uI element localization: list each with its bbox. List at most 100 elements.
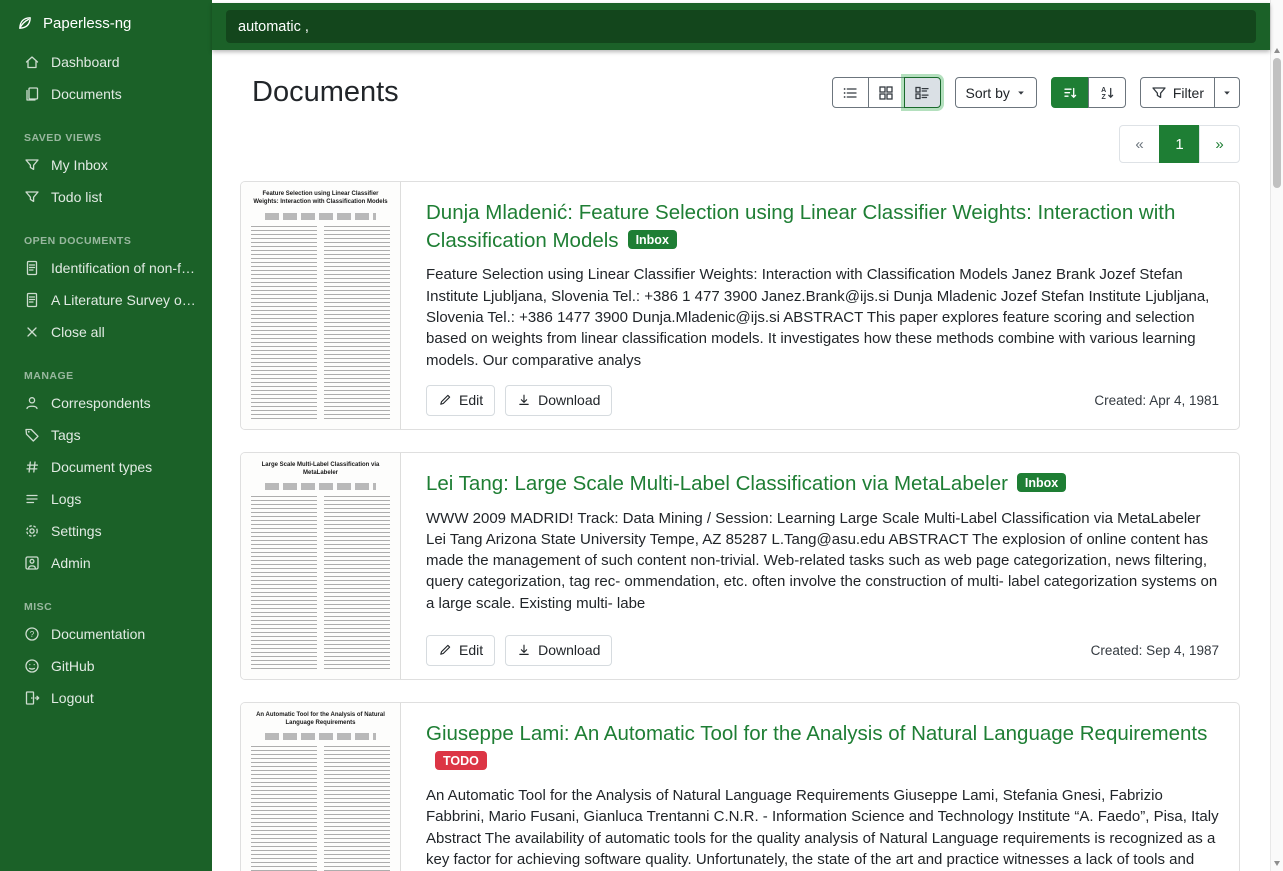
pagination: « 1 »	[240, 125, 1240, 163]
document-card: Feature Selection using Linear Classifie…	[240, 181, 1240, 430]
close-icon	[24, 324, 40, 340]
view-toggle-group	[832, 77, 941, 108]
document-thumbnail[interactable]: An Automatic Tool for the Analysis of Na…	[241, 703, 401, 871]
document-card-actions: Edit Download Created: Sep 4, 1987	[426, 635, 1219, 666]
tag-badge-inbox[interactable]: Inbox	[628, 230, 677, 250]
paperless-logo-icon	[16, 14, 34, 32]
file-text-icon	[24, 292, 40, 308]
sort-alpha-down-icon: AZ	[1099, 85, 1115, 101]
sidebar-item-logout[interactable]: Logout	[0, 682, 212, 714]
sidebar-item-my-inbox[interactable]: My Inbox	[0, 149, 212, 181]
document-excerpt: Feature Selection using Linear Classifie…	[426, 264, 1219, 370]
sidebar-item-admin[interactable]: Admin	[0, 547, 212, 579]
question-circle-icon: ?	[24, 626, 40, 642]
gear-icon	[24, 523, 40, 539]
top-navbar	[212, 3, 1270, 50]
pagination-prev-button[interactable]: «	[1119, 125, 1160, 163]
document-excerpt: WWW 2009 MADRID! Track: Data Mining / Se…	[426, 508, 1219, 614]
files-icon	[24, 86, 40, 102]
thumbnail-text-columns	[251, 226, 390, 420]
sidebar-item-open-document-1[interactable]: Identification of non-fu...	[0, 252, 212, 284]
tag-badge-todo[interactable]: TODO	[435, 751, 487, 771]
sort-alphabetical-button[interactable]: AZ	[1088, 77, 1126, 108]
page-header: Documents Sort by	[252, 76, 1240, 109]
tag-icon	[24, 427, 40, 443]
sidebar-item-open-document-2[interactable]: A Literature Survey on ...	[0, 284, 212, 316]
pagination-next-button[interactable]: »	[1199, 125, 1240, 163]
sidebar-item-tags[interactable]: Tags	[0, 419, 212, 451]
scrollbar[interactable]	[1270, 0, 1283, 871]
page-title: Documents	[252, 76, 399, 109]
view-list-button[interactable]	[832, 77, 869, 108]
filter-dropdown-toggle[interactable]	[1214, 77, 1240, 108]
pagination-page-1-button[interactable]: 1	[1159, 125, 1200, 163]
view-grid-button[interactable]	[868, 77, 905, 108]
open-documents-section-title: OPEN DOCUMENTS	[0, 235, 212, 247]
sidebar-item-dashboard[interactable]: Dashboard	[0, 46, 212, 78]
view-details-button[interactable]	[904, 77, 941, 108]
hash-icon	[24, 459, 40, 475]
download-button[interactable]: Download	[505, 635, 612, 666]
funnel-icon	[1151, 85, 1167, 101]
person-badge-icon	[24, 555, 40, 571]
edit-button[interactable]: Edit	[426, 635, 495, 666]
sidebar-item-documents[interactable]: Documents	[0, 78, 212, 110]
sidebar-item-documentation[interactable]: ? Documentation	[0, 618, 212, 650]
chevron-down-icon	[1222, 88, 1232, 98]
document-title-link[interactable]: Giuseppe Lami: An Automatic Tool for the…	[426, 720, 1219, 775]
person-icon	[24, 395, 40, 411]
pencil-icon	[438, 393, 452, 407]
document-card-body: Giuseppe Lami: An Automatic Tool for the…	[401, 703, 1239, 871]
document-card-body: Lei Tang: Large Scale Multi-Label Classi…	[401, 453, 1239, 679]
global-search-input[interactable]	[226, 10, 1256, 43]
tag-badge-inbox[interactable]: Inbox	[1017, 473, 1066, 493]
document-thumbnail[interactable]: Feature Selection using Linear Classifie…	[241, 182, 401, 429]
funnel-icon	[24, 189, 40, 205]
filter-button[interactable]: Filter	[1140, 77, 1215, 108]
grid-icon	[878, 85, 894, 101]
brand-label: Paperless-ng	[43, 15, 131, 32]
document-thumbnail[interactable]: Large Scale Multi-Label Classification v…	[241, 453, 401, 679]
sidebar-item-github[interactable]: GitHub	[0, 650, 212, 682]
scrollbar-up-arrow[interactable]	[1274, 48, 1280, 53]
download-button[interactable]: Download	[505, 385, 612, 416]
svg-text:?: ?	[30, 630, 35, 639]
github-icon	[24, 658, 40, 674]
sidebar-item-todo-list[interactable]: Todo list	[0, 181, 212, 213]
documents-page: Documents Sort by	[212, 50, 1270, 871]
document-title-link[interactable]: Dunja Mladenić: Feature Selection using …	[426, 199, 1219, 254]
sidebar-item-settings[interactable]: Settings	[0, 515, 212, 547]
filter-split-button: Filter	[1140, 77, 1240, 108]
list-ul-icon	[842, 85, 858, 101]
brand[interactable]: Paperless-ng	[0, 0, 212, 46]
saved-views-section-title: SAVED VIEWS	[0, 132, 212, 144]
sidebar: Paperless-ng Dashboard Documents SAVED V…	[0, 0, 212, 871]
edit-button[interactable]: Edit	[426, 385, 495, 416]
details-view-icon	[914, 85, 930, 101]
sidebar-item-logs[interactable]: Logs	[0, 483, 212, 515]
download-icon	[517, 393, 531, 407]
thumbnail-text-columns	[251, 496, 390, 669]
document-excerpt: An Automatic Tool for the Analysis of Na…	[426, 785, 1219, 871]
list-icon	[24, 491, 40, 507]
document-title-link[interactable]: Lei Tang: Large Scale Multi-Label Classi…	[426, 470, 1219, 498]
file-text-icon	[24, 260, 40, 276]
download-icon	[517, 643, 531, 657]
thumbnail-text-columns	[251, 746, 390, 871]
created-date: Created: Sep 4, 1987	[1091, 643, 1219, 658]
main-column: Documents Sort by	[212, 0, 1270, 871]
scrollbar-thumb[interactable]	[1273, 58, 1281, 188]
sidebar-item-close-all[interactable]: Close all	[0, 316, 212, 348]
sidebar-item-document-types[interactable]: Document types	[0, 451, 212, 483]
thumbnail-meta-lines	[265, 483, 376, 490]
manage-section-title: MANAGE	[0, 370, 212, 382]
document-card-actions: Edit Download Created: Apr 4, 1981	[426, 385, 1219, 416]
thumbnail-meta-lines	[265, 213, 376, 220]
scrollbar-down-arrow[interactable]	[1274, 861, 1280, 866]
document-card-body: Dunja Mladenić: Feature Selection using …	[401, 182, 1239, 429]
funnel-icon	[24, 157, 40, 173]
sort-by-dropdown[interactable]: Sort by	[955, 77, 1037, 108]
sort-direction-group: AZ	[1051, 77, 1126, 108]
sort-descending-button[interactable]	[1051, 77, 1089, 108]
sidebar-item-correspondents[interactable]: Correspondents	[0, 387, 212, 419]
